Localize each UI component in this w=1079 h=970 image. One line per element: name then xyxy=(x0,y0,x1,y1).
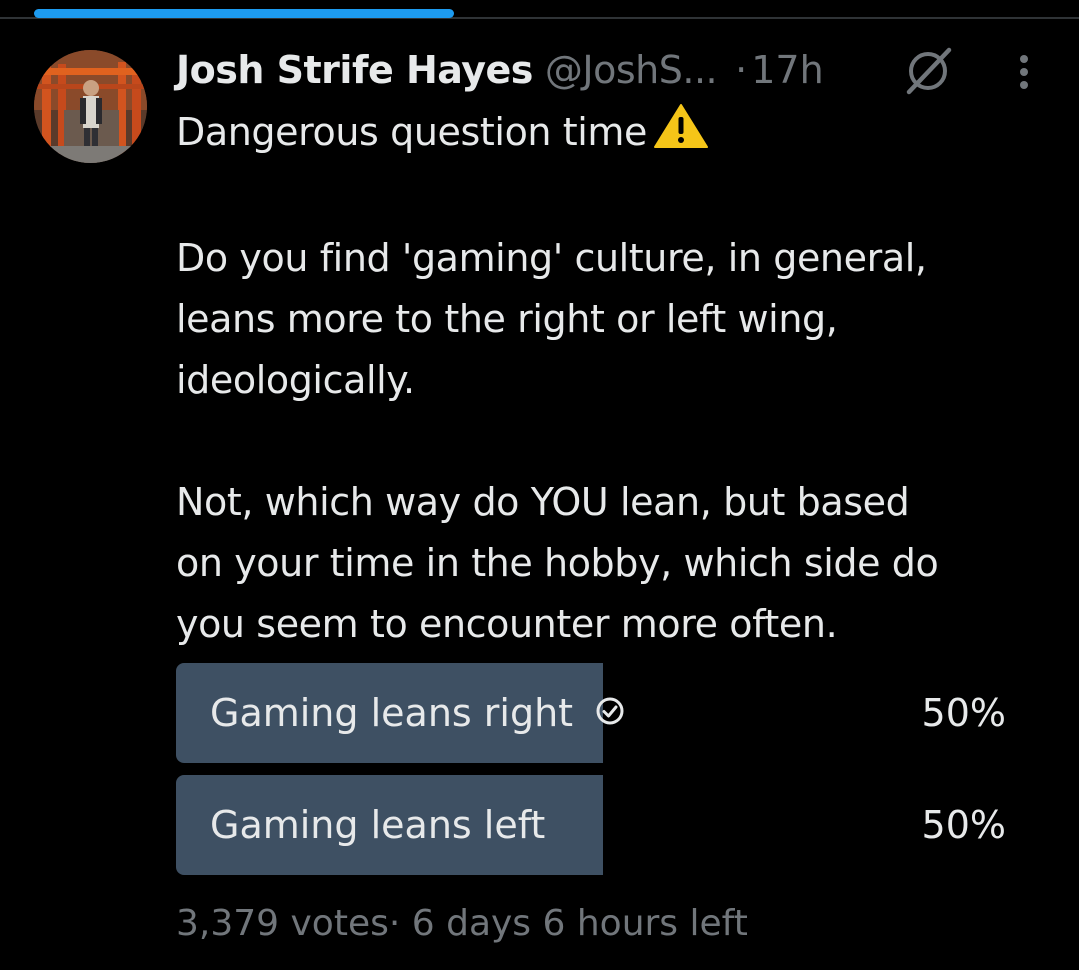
tweet-text-line-7: you seem to encounter more often. xyxy=(176,602,838,646)
tweet-text-line: Dangerous question time xyxy=(176,102,1056,167)
poll-option-label: Gaming leans left xyxy=(210,775,545,875)
tweet-text-line-6: on your time in the hobby, which side do xyxy=(176,541,939,585)
timestamp[interactable]: 17h xyxy=(751,44,823,96)
warning-icon xyxy=(653,103,709,167)
user-handle[interactable]: @JoshS... xyxy=(545,44,718,96)
tweet-text-line-3: leans more to the right or left wing, xyxy=(176,297,838,341)
tweet-text-line-4: ideologically. xyxy=(176,358,415,402)
tweet-text: Dangerous question time Do you find 'gam… xyxy=(176,102,1056,655)
poll-option-text: Gaming leans right xyxy=(210,691,574,735)
loading-progress-bar xyxy=(34,9,454,18)
display-name[interactable]: Josh Strife Hayes xyxy=(176,44,533,96)
poll-option-label: Gaming leans right xyxy=(210,663,625,763)
grok-icon[interactable] xyxy=(900,43,956,99)
poll-option-right[interactable]: Gaming leans right 50% xyxy=(176,663,1030,763)
tweet-text-line-5: Not, which way do YOU lean, but based xyxy=(176,480,910,524)
tweet-header: Josh Strife Hayes @JoshS... · 17h xyxy=(176,44,824,96)
tweet-text-line-1: Dangerous question time xyxy=(176,110,648,154)
avatar[interactable] xyxy=(34,50,147,163)
poll-option-percent: 50% xyxy=(921,691,1006,735)
poll-option-percent: 50% xyxy=(921,803,1006,847)
more-options-icon[interactable] xyxy=(1004,50,1044,94)
poll-option-left[interactable]: Gaming leans left 50% xyxy=(176,775,1030,875)
tweet-text-line-2: Do you find 'gaming' culture, in general… xyxy=(176,236,927,280)
profile-photo xyxy=(34,50,147,163)
poll-footer: 3,379 votes· 6 days 6 hours left xyxy=(176,903,748,944)
separator-dot: · xyxy=(735,48,748,92)
poll-option-text: Gaming leans left xyxy=(210,803,546,847)
poll: Gaming leans right 50% Gaming leans left… xyxy=(176,663,1030,887)
check-circle-icon xyxy=(595,663,625,763)
